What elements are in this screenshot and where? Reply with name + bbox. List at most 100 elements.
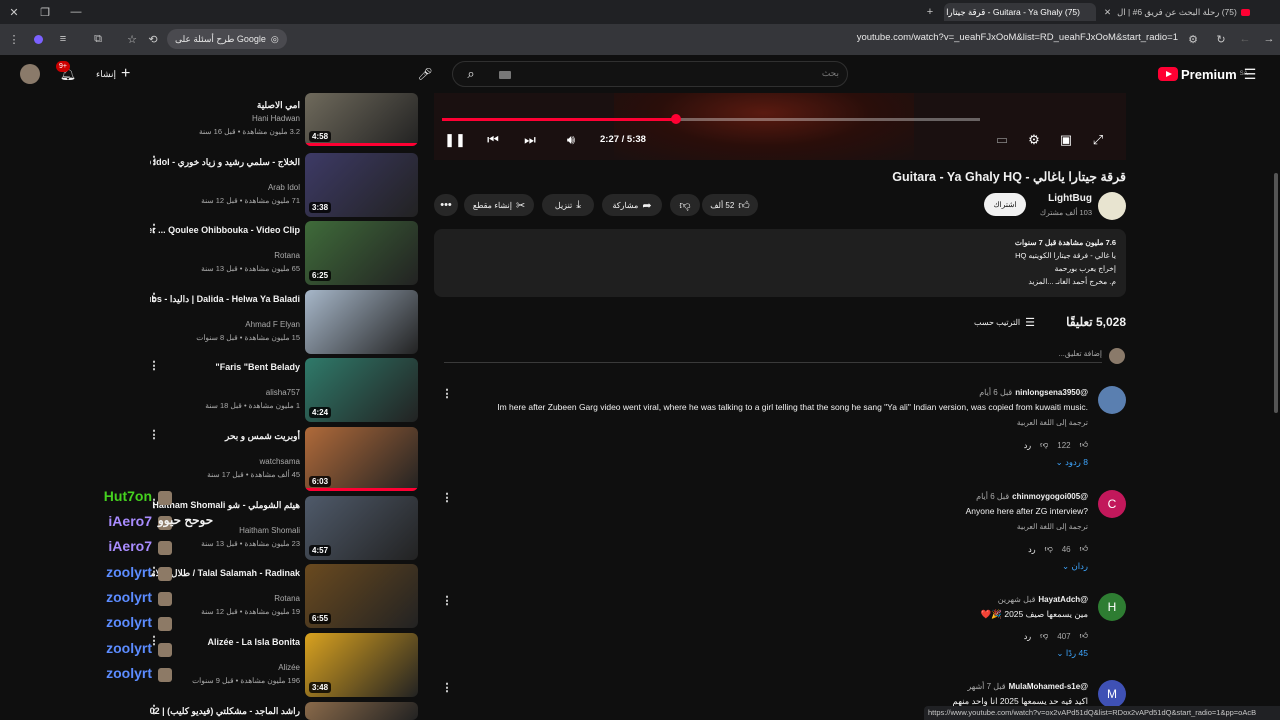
comment-dislike-icon[interactable]: 👎︎	[1040, 631, 1048, 641]
playlist-video-title[interactable]: أوبريت شمس و بحر	[150, 430, 300, 442]
comment-avatar[interactable]	[1098, 386, 1126, 414]
comment-time[interactable]: قبل شهرين	[998, 595, 1036, 604]
comment-dislike-icon[interactable]: 👎︎	[1040, 440, 1048, 450]
youtube-premium-logo[interactable]: Premium SA	[1158, 66, 1248, 82]
description-box[interactable]: 7.6 مليون مشاهدة قبل 7 سنوات يا غالي - ف…	[434, 229, 1126, 297]
playlist-item-menu-icon[interactable]: ⋮	[149, 702, 160, 716]
pause-icon[interactable]: ❚❚	[444, 132, 466, 148]
tab-inactive[interactable]: (75) رحلة البحث عن فريق 6# | ال ✕	[1104, 3, 1254, 21]
download-button[interactable]: ⤓ تنزيل	[542, 194, 594, 216]
page-scrollbar[interactable]	[1272, 93, 1280, 720]
extension-icon[interactable]	[30, 31, 46, 47]
playlist-video-title[interactable]: هيثم الشوملي - شو Emshi Fewe Haitham Sho…	[150, 499, 300, 511]
comment-menu-icon[interactable]: ⋮	[442, 386, 453, 400]
comment-menu-icon[interactable]: ⋮	[442, 593, 453, 607]
playlist-item-menu-icon[interactable]: ⋮	[149, 153, 160, 167]
playlist-video-title[interactable]: Faris "Bent Belady"	[150, 361, 300, 373]
comment-like-icon[interactable]: 👍︎	[1080, 440, 1088, 450]
comment-author[interactable]: @MulaMohamed-s1e	[1009, 682, 1088, 691]
clip-button[interactable]: ✂ إنشاء مقطع	[464, 194, 534, 216]
view-replies-button[interactable]: 45 ردًا ⌄	[1056, 648, 1088, 659]
playlist-thumbnail[interactable]: 6:55	[305, 564, 418, 628]
comment-avatar[interactable]: H	[1098, 593, 1126, 621]
playlist-thumbnail[interactable]: 6:25	[305, 221, 418, 285]
keyboard-icon[interactable]	[499, 71, 511, 79]
comment-avatar[interactable]: C	[1098, 490, 1126, 518]
extensions-puzzle-icon[interactable]: ⧉	[90, 31, 106, 47]
playlist-channel-name[interactable]: watchsama	[150, 457, 300, 466]
playlist-channel-name[interactable]: Haitham Shomali	[150, 526, 300, 535]
search-input[interactable]: ⌕ بحث	[452, 61, 848, 87]
playlist-channel-name[interactable]: Hani Hadwan	[150, 114, 300, 123]
ask-google-chip[interactable]: طرح أسئلة على Google ◎	[167, 29, 287, 49]
comment-time[interactable]: قبل 6 أيام	[976, 492, 1009, 501]
account-avatar[interactable]	[20, 64, 40, 84]
playlist-channel-name[interactable]: Arab Idol	[150, 183, 300, 192]
playlist-thumbnail[interactable]	[305, 702, 418, 720]
playlist-channel-name[interactable]: Rotana	[150, 251, 300, 260]
playlist-item-menu-icon[interactable]: ⋮	[149, 427, 160, 441]
volume-icon[interactable]: 🔊︎	[562, 132, 580, 148]
reading-list-icon[interactable]: ≡	[55, 31, 71, 47]
voice-search-mic-icon[interactable]: 🎤︎	[414, 63, 436, 85]
playlist-item-menu-icon[interactable]: ⋮	[149, 358, 160, 372]
more-actions-button[interactable]: •••	[434, 194, 458, 216]
playlist-thumbnail[interactable]: 4:24	[305, 358, 418, 422]
minimize-window-icon[interactable]: —	[68, 4, 84, 20]
subtitles-icon[interactable]: ▭	[993, 132, 1011, 148]
playlist-video-title[interactable]: Kadim Al Saher ... Qoulee Ohibbouka - Vi…	[150, 224, 300, 236]
like-button[interactable]: 👍︎ 52 ألف	[702, 194, 758, 216]
playlist-item-menu-icon[interactable]: ⋮	[149, 290, 160, 304]
scrollbar-thumb[interactable]	[1274, 173, 1278, 413]
new-tab-icon[interactable]: +	[922, 4, 938, 20]
playlist-video-title[interactable]: Alizée - La Isla Bonita	[150, 636, 300, 648]
site-settings-icon[interactable]: ⚙	[1185, 31, 1201, 47]
view-replies-button[interactable]: ردان ⌄	[1062, 561, 1088, 572]
dislike-button[interactable]: 👎︎	[670, 194, 700, 216]
playlist-thumbnail[interactable]: 4:57	[305, 496, 418, 560]
restore-window-icon[interactable]: ❐	[37, 4, 53, 20]
comment-time[interactable]: قبل 6 أيام	[979, 388, 1012, 397]
playlist-video-title[interactable]: Talal Salamah - Radinak / طلال سلامة - ر…	[150, 567, 300, 579]
comment-like-icon[interactable]: 👍︎	[1080, 631, 1088, 641]
subscribe-button[interactable]: اشتراك	[984, 193, 1026, 216]
playlist-video-title[interactable]: راشد الماجد - مشكلتي (فيديو كليب) | 2002	[150, 705, 300, 717]
theater-mode-icon[interactable]: ▣	[1057, 132, 1075, 148]
translate-link[interactable]: ترجمة إلى اللغة العربية	[788, 522, 1088, 531]
progress-bar[interactable]	[442, 114, 980, 124]
reply-button[interactable]: رد	[1028, 545, 1035, 554]
scrubber-handle[interactable]	[671, 114, 682, 124]
close-window-icon[interactable]: ✕	[6, 4, 22, 20]
sort-by-button[interactable]: الترتيب حسب ☰	[974, 315, 1035, 329]
tab-active[interactable]: (75) Guitara - Ya Ghaly - قرقة جيتارا يا…	[944, 3, 1096, 21]
previous-icon[interactable]: ⏮︎	[484, 132, 502, 148]
back-icon[interactable]: →	[1261, 31, 1277, 47]
playlist-channel-name[interactable]: Alizée	[150, 663, 300, 672]
comment-like-icon[interactable]: 👍︎	[1080, 544, 1088, 554]
channel-avatar[interactable]	[1098, 192, 1126, 220]
comment-author[interactable]: @HayatAdch	[1038, 595, 1088, 604]
settings-gear-icon[interactable]: ⚙	[1025, 132, 1043, 148]
bookmark-star-icon[interactable]: ☆	[124, 31, 140, 47]
playlist-thumbnail[interactable]: 4:58	[305, 93, 418, 146]
reply-button[interactable]: رد	[1024, 441, 1031, 450]
playlist-channel-name[interactable]: Rotana	[150, 594, 300, 603]
comment-time[interactable]: قبل 7 أشهر	[967, 682, 1005, 691]
kebab-menu-icon[interactable]: ⋮	[6, 31, 22, 47]
playlist-thumbnail[interactable]: 3:48	[305, 633, 418, 697]
reload-icon[interactable]: ↻	[1213, 31, 1229, 47]
comment-avatar[interactable]: M	[1098, 680, 1126, 708]
create-button[interactable]: إنشاء +	[90, 63, 136, 85]
url-field[interactable]: youtube.com/watch?v=_ueahFJxOoM&list=RD_…	[600, 32, 1178, 43]
playlist-thumbnail[interactable]: 3:38	[305, 153, 418, 217]
playlist-thumbnail[interactable]	[305, 290, 418, 354]
add-comment-input[interactable]: إضافة تعليق...	[444, 349, 1102, 363]
playlist-channel-name[interactable]: Ahmad F Elyan	[150, 320, 300, 329]
hamburger-menu-icon[interactable]: ☰	[1240, 64, 1260, 84]
video-player[interactable]	[434, 93, 1126, 160]
playlist-video-title[interactable]: Dalida - Helwa Ya Baladi | داليدا - Engl…	[150, 293, 300, 305]
view-replies-button[interactable]: 8 ردود ⌄	[1056, 457, 1088, 468]
playlist-channel-name[interactable]: alisha757	[150, 388, 300, 397]
forward-icon[interactable]: ←	[1237, 31, 1253, 47]
search-icon[interactable]: ⌕	[453, 62, 489, 86]
